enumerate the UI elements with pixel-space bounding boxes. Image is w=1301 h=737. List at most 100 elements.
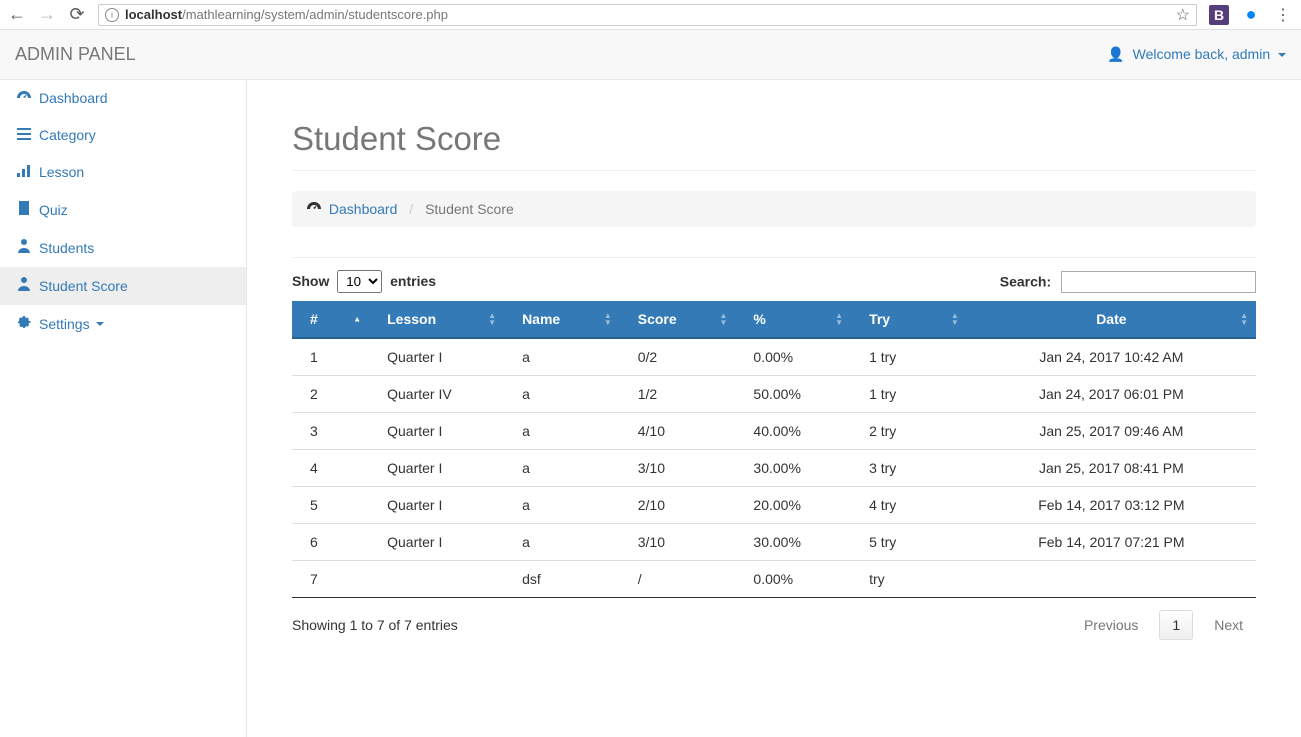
back-button[interactable]: ← xyxy=(8,4,26,25)
url-host: localhost xyxy=(125,7,182,22)
cell-try: 2 try xyxy=(851,413,967,450)
cell-lesson xyxy=(369,561,504,598)
cell-date: Jan 24, 2017 10:42 AM xyxy=(967,338,1256,376)
length-control: Show 10 entries xyxy=(292,270,436,293)
cell-name: a xyxy=(504,487,620,524)
scores-table: #▲ Lesson▲▼ Name▲▼ Score▲▼ %▲▼ Try▲▼ Dat… xyxy=(292,301,1256,598)
col-date[interactable]: Date▲▼ xyxy=(967,301,1256,338)
info-icon[interactable]: i xyxy=(105,8,119,22)
cell-pct: 20.00% xyxy=(735,487,851,524)
cell-try: 1 try xyxy=(851,338,967,376)
sidebar-item-label: Quiz xyxy=(39,202,68,218)
cell-pct: 50.00% xyxy=(735,376,851,413)
cell-try: 5 try xyxy=(851,524,967,561)
table-row: 3Quarter Ia4/1040.00%2 tryJan 25, 2017 0… xyxy=(292,413,1256,450)
user-icon xyxy=(15,239,33,256)
chrome-menu-icon[interactable]: ⋮ xyxy=(1273,5,1293,25)
search-label: Search: xyxy=(1000,273,1051,289)
sidebar-item-students[interactable]: Students xyxy=(0,229,246,267)
sidebar-item-category[interactable]: Category xyxy=(0,117,246,154)
sidebar-item-label: Dashboard xyxy=(39,90,108,106)
sidebar-item-label: Students xyxy=(39,240,94,256)
sidebar-item-label: Category xyxy=(39,127,96,143)
cell-name: dsf xyxy=(504,561,620,598)
cell-try: 3 try xyxy=(851,450,967,487)
table-row: 5Quarter Ia2/1020.00%4 tryFeb 14, 2017 0… xyxy=(292,487,1256,524)
cell-date: Feb 14, 2017 03:12 PM xyxy=(967,487,1256,524)
cell-date xyxy=(967,561,1256,598)
next-button[interactable]: Next xyxy=(1201,610,1256,640)
breadcrumb-home-link[interactable]: Dashboard xyxy=(329,201,398,217)
table-row: 4Quarter Ia3/1030.00%3 tryJan 25, 2017 0… xyxy=(292,450,1256,487)
table-header-row: #▲ Lesson▲▼ Name▲▼ Score▲▼ %▲▼ Try▲▼ Dat… xyxy=(292,301,1256,338)
sidebar-item-lesson[interactable]: Lesson xyxy=(0,154,246,191)
breadcrumb-current: Student Score xyxy=(425,201,514,217)
search-input[interactable] xyxy=(1061,271,1256,293)
dashboard-icon xyxy=(15,90,33,106)
col-percent[interactable]: %▲▼ xyxy=(735,301,851,338)
cell-num: 4 xyxy=(292,450,369,487)
table-footer: Showing 1 to 7 of 7 entries Previous 1 N… xyxy=(292,610,1256,640)
previous-button[interactable]: Previous xyxy=(1071,610,1151,640)
cell-name: a xyxy=(504,413,620,450)
cell-pct: 40.00% xyxy=(735,413,851,450)
table-row: 2Quarter IVa1/250.00%1 tryJan 24, 2017 0… xyxy=(292,376,1256,413)
col-lesson[interactable]: Lesson▲▼ xyxy=(369,301,504,338)
breadcrumb-separator: / xyxy=(409,201,413,217)
cell-lesson: Quarter I xyxy=(369,413,504,450)
page-title: Student Score xyxy=(292,120,1256,171)
messenger-extension-icon[interactable]: ● xyxy=(1241,5,1261,25)
cell-try: try xyxy=(851,561,967,598)
caret-down-icon xyxy=(96,322,104,326)
cell-name: a xyxy=(504,338,620,376)
gear-icon xyxy=(15,315,33,332)
user-icon: 👤 xyxy=(1107,46,1124,62)
table-info: Showing 1 to 7 of 7 entries xyxy=(292,617,458,633)
cell-try: 4 try xyxy=(851,487,967,524)
page-1-button[interactable]: 1 xyxy=(1159,610,1193,640)
navbar: ADMIN PANEL 👤 Welcome back, admin xyxy=(0,30,1301,80)
caret-down-icon xyxy=(1278,53,1286,57)
sidebar-item-student-score[interactable]: Student Score xyxy=(0,267,246,305)
user-icon xyxy=(15,277,33,294)
reload-button[interactable]: ⟳ xyxy=(68,4,86,25)
cell-name: a xyxy=(504,376,620,413)
sidebar-item-settings[interactable]: Settings xyxy=(0,305,246,343)
cell-name: a xyxy=(504,450,620,487)
cell-date: Jan 25, 2017 08:41 PM xyxy=(967,450,1256,487)
bootstrap-extension-icon[interactable]: B xyxy=(1209,5,1229,25)
page-length-select[interactable]: 10 xyxy=(337,270,382,293)
col-number[interactable]: #▲ xyxy=(292,301,369,338)
cell-score: 4/10 xyxy=(620,413,736,450)
col-try[interactable]: Try▲▼ xyxy=(851,301,967,338)
cell-score: 3/10 xyxy=(620,524,736,561)
sidebar-item-dashboard[interactable]: Dashboard xyxy=(0,80,246,117)
main-content: Student Score Dashboard / Student Score … xyxy=(247,80,1301,737)
user-menu[interactable]: 👤 Welcome back, admin xyxy=(1107,46,1286,63)
cell-num: 6 xyxy=(292,524,369,561)
sidebar-item-quiz[interactable]: Quiz xyxy=(0,191,246,229)
col-score[interactable]: Score▲▼ xyxy=(620,301,736,338)
table-row: 7dsf/0.00%try xyxy=(292,561,1256,598)
url-bar[interactable]: i localhost/mathlearning/system/admin/st… xyxy=(98,4,1197,26)
cell-num: 2 xyxy=(292,376,369,413)
breadcrumb: Dashboard / Student Score xyxy=(292,191,1256,227)
bookmark-star-icon[interactable]: ☆ xyxy=(1176,5,1190,25)
dashboard-icon xyxy=(307,201,325,217)
welcome-text: Welcome back, admin xyxy=(1133,46,1270,62)
chart-icon xyxy=(15,164,33,180)
sidebar: Dashboard Category Lesson Quiz Students xyxy=(0,80,247,737)
cell-num: 5 xyxy=(292,487,369,524)
col-name[interactable]: Name▲▼ xyxy=(504,301,620,338)
pagination: Previous 1 Next xyxy=(1071,610,1256,640)
cell-score: 3/10 xyxy=(620,450,736,487)
cell-lesson: Quarter I xyxy=(369,487,504,524)
cell-num: 3 xyxy=(292,413,369,450)
forward-button[interactable]: → xyxy=(38,4,56,25)
search-control: Search: xyxy=(1000,271,1256,293)
cell-pct: 30.00% xyxy=(735,524,851,561)
cell-pct: 30.00% xyxy=(735,450,851,487)
navbar-brand: ADMIN PANEL xyxy=(15,44,136,65)
cell-try: 1 try xyxy=(851,376,967,413)
cell-lesson: Quarter I xyxy=(369,450,504,487)
